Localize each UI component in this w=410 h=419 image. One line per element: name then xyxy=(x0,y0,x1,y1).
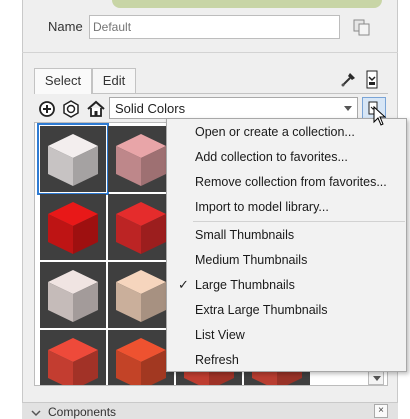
cube-icon xyxy=(48,338,98,385)
menu-item[interactable]: Import to model library... xyxy=(195,200,329,214)
menu-item-view[interactable]: Extra Large Thumbnails xyxy=(195,303,327,317)
library-select[interactable]: Solid Colors xyxy=(109,97,358,119)
copy-icon[interactable] xyxy=(352,18,372,36)
mouse-cursor-icon xyxy=(373,106,387,126)
library-select-value: Solid Colors xyxy=(115,101,186,116)
thumbnail[interactable] xyxy=(40,330,106,385)
eyedropper-icon[interactable] xyxy=(340,70,358,88)
thumbnail[interactable] xyxy=(108,262,174,328)
cube-icon xyxy=(116,134,166,186)
components-label: Components xyxy=(48,405,117,419)
cube-icon xyxy=(116,270,166,322)
menu-item-view[interactable]: Small Thumbnails xyxy=(195,228,294,242)
tab-select[interactable]: Select xyxy=(34,68,92,94)
collection-menu: Open or create a collection... Add collec… xyxy=(166,118,407,372)
model-icon[interactable] xyxy=(62,100,80,118)
cube-icon xyxy=(48,134,98,186)
menu-item[interactable]: Remove collection from favorites... xyxy=(195,175,387,189)
thumbnail[interactable] xyxy=(108,194,174,260)
name-label: Name xyxy=(48,19,83,34)
menu-item-view[interactable]: Refresh xyxy=(195,353,239,367)
thumbnail[interactable] xyxy=(108,126,174,192)
home-icon[interactable] xyxy=(87,100,105,118)
menu-item[interactable]: Open or create a collection... xyxy=(195,125,355,139)
thumbnail[interactable] xyxy=(40,262,106,328)
cube-icon xyxy=(116,202,166,254)
menu-item[interactable]: Add collection to favorites... xyxy=(195,150,348,164)
material-color-swatch[interactable] xyxy=(112,0,382,8)
menu-item-view[interactable]: Medium Thumbnails xyxy=(195,253,307,267)
menu-item-view[interactable]: List View xyxy=(195,328,245,342)
thumbnail[interactable] xyxy=(37,123,109,195)
chevron-down-icon xyxy=(344,106,352,111)
menu-item-view[interactable]: Large Thumbnails xyxy=(195,278,295,292)
tab-edit[interactable]: Edit xyxy=(92,68,136,93)
cube-icon xyxy=(116,338,166,385)
menu-separator xyxy=(193,221,405,222)
thumbnail[interactable] xyxy=(40,194,106,260)
cube-icon xyxy=(48,202,98,254)
scroll-down-button[interactable] xyxy=(368,371,384,385)
thumbnail[interactable] xyxy=(108,330,174,385)
check-icon: ✓ xyxy=(178,277,189,292)
add-icon[interactable] xyxy=(38,100,56,118)
chevron-down-icon[interactable] xyxy=(31,409,41,417)
name-field[interactable] xyxy=(89,15,340,39)
divider xyxy=(22,52,398,53)
close-button[interactable]: × xyxy=(374,404,388,418)
cube-icon xyxy=(48,270,98,322)
details-icon[interactable] xyxy=(366,70,378,89)
